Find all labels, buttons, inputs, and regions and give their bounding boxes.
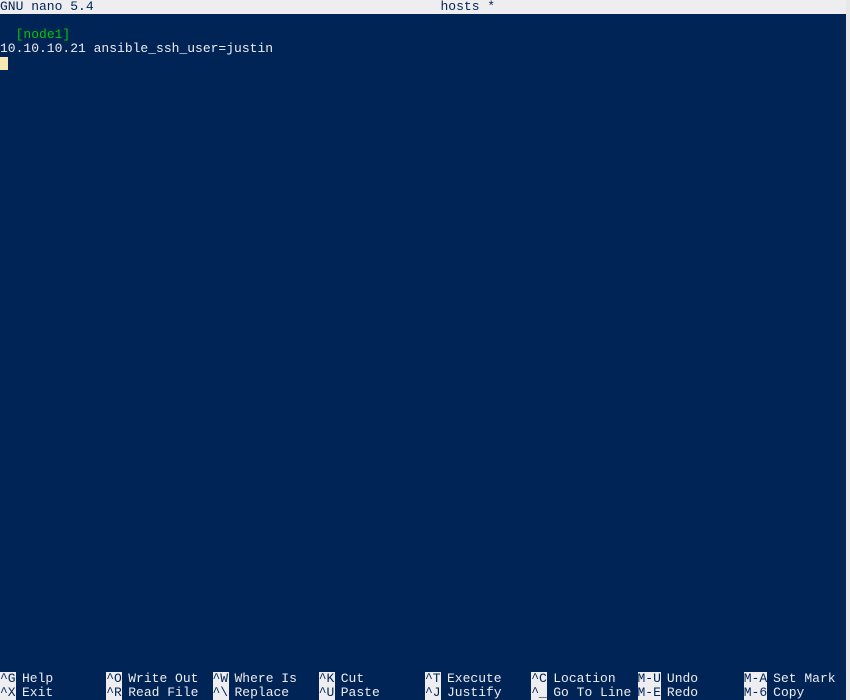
app-title: GNU nano 5.4 xyxy=(0,0,94,14)
shortcut-row-2: ^XExit ^RRead File ^\Replace ^UPaste ^JJ… xyxy=(0,686,850,700)
shortcut-whereis[interactable]: ^WWhere Is xyxy=(213,672,319,686)
shortcut-justify[interactable]: ^JJustify xyxy=(425,686,531,700)
shortcut-replace[interactable]: ^\Replace xyxy=(213,686,319,700)
shortcut-paste[interactable]: ^UPaste xyxy=(319,686,425,700)
shortcut-setmark[interactable]: M-ASet Mark xyxy=(744,672,850,686)
file-title: hosts * xyxy=(94,0,842,14)
shortcut-execute[interactable]: ^TExecute xyxy=(425,672,531,686)
group-header: [node1] xyxy=(16,27,71,42)
shortcut-undo[interactable]: M-UUndo xyxy=(638,672,744,686)
titlebar: GNU nano 5.4 hosts * xyxy=(0,0,850,14)
shortcut-bar: ^GHelp ^OWrite Out ^WWhere Is ^KCut ^TEx… xyxy=(0,672,850,700)
shortcut-readfile[interactable]: ^RRead File xyxy=(106,686,212,700)
editor-content[interactable]: [node1] 10.10.10.21 ansible_ssh_user=jus… xyxy=(0,14,850,672)
shortcut-writeout[interactable]: ^OWrite Out xyxy=(106,672,212,686)
content-line: 10.10.10.21 ansible_ssh_user=justin xyxy=(0,41,273,56)
shortcut-exit[interactable]: ^XExit xyxy=(0,686,106,700)
shortcut-gotoline[interactable]: ^_Go To Line xyxy=(531,686,637,700)
shortcut-help[interactable]: ^GHelp xyxy=(0,672,106,686)
shortcut-row-1: ^GHelp ^OWrite Out ^WWhere Is ^KCut ^TEx… xyxy=(0,672,850,686)
scrollbar[interactable] xyxy=(846,0,850,700)
shortcut-copy[interactable]: M-6Copy xyxy=(744,686,850,700)
shortcut-redo[interactable]: M-ERedo xyxy=(638,686,744,700)
shortcut-location[interactable]: ^CLocation xyxy=(531,672,637,686)
shortcut-cut[interactable]: ^KCut xyxy=(319,672,425,686)
cursor xyxy=(0,57,8,70)
